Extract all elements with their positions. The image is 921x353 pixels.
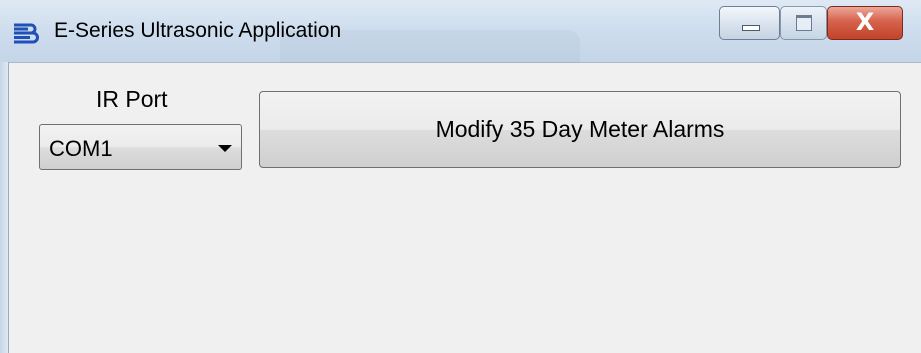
app-logo-icon[interactable]	[11, 20, 43, 46]
modify-meter-alarms-button[interactable]: Modify 35 Day Meter Alarms	[259, 91, 901, 168]
close-button[interactable]: X	[827, 6, 903, 40]
ir-port-select[interactable]: COM1	[39, 124, 242, 170]
application-window: E-Series Ultrasonic Application X IR Por…	[0, 0, 921, 353]
maximize-icon	[796, 15, 812, 31]
window-frame-left	[0, 62, 9, 353]
minimize-button[interactable]	[719, 6, 780, 40]
title-bar[interactable]: E-Series Ultrasonic Application X	[0, 0, 921, 70]
close-icon: X	[855, 8, 875, 36]
minimize-icon	[742, 25, 760, 31]
ir-port-label: IR Port	[96, 86, 168, 112]
ir-port-selected-value: COM1	[49, 136, 113, 161]
window-title: E-Series Ultrasonic Application	[54, 19, 342, 42]
chevron-down-icon[interactable]	[218, 145, 232, 152]
maximize-button[interactable]	[780, 6, 827, 40]
